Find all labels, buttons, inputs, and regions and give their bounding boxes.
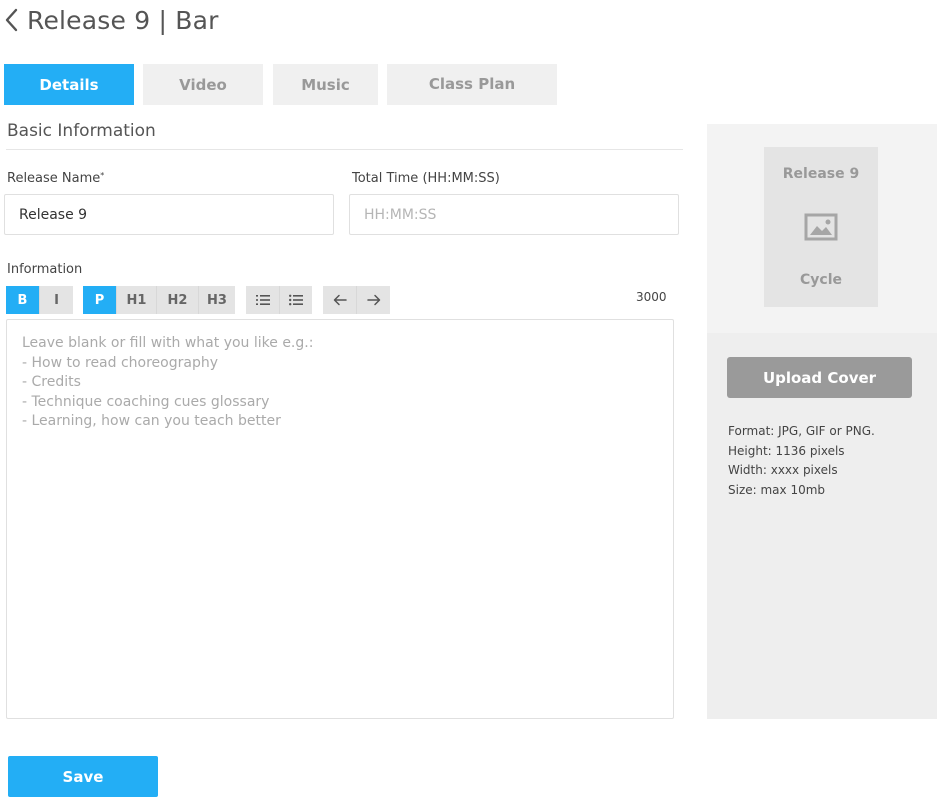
history-group bbox=[323, 286, 390, 314]
information-label: Information bbox=[7, 262, 83, 277]
section-title: Basic Information bbox=[7, 121, 156, 141]
information-editor[interactable] bbox=[6, 319, 674, 719]
bold-button[interactable]: B bbox=[6, 286, 39, 314]
bullet-list-icon[interactable] bbox=[279, 286, 312, 314]
tab-class-plan[interactable]: Class Plan bbox=[387, 64, 557, 105]
cover-requirements: Format: JPG, GIF or PNG. Height: 1136 pi… bbox=[728, 422, 875, 500]
save-button[interactable]: Save bbox=[8, 756, 158, 797]
cover-panel: Release 9 Cycle Upload Cover Format: JPG… bbox=[707, 124, 937, 719]
section-divider bbox=[6, 149, 683, 150]
character-count: 3000 bbox=[636, 290, 667, 304]
release-name-label: Release Name* bbox=[7, 171, 104, 186]
cover-format: Format: JPG, GIF or PNG. bbox=[728, 424, 875, 438]
h2-button[interactable]: H2 bbox=[156, 286, 198, 314]
cover-preview-subtitle: Cycle bbox=[800, 272, 842, 288]
cover-preview: Release 9 Cycle bbox=[764, 147, 878, 307]
tab-video[interactable]: Video bbox=[143, 64, 263, 105]
tab-music[interactable]: Music bbox=[273, 64, 378, 105]
total-time-input[interactable] bbox=[349, 194, 679, 235]
required-mark: * bbox=[100, 171, 105, 180]
release-name-label-text: Release Name bbox=[7, 171, 101, 186]
total-time-label: Total Time (HH:MM:SS) bbox=[352, 171, 500, 186]
italic-button[interactable]: I bbox=[39, 286, 73, 314]
arrow-left-icon[interactable] bbox=[323, 286, 356, 314]
chevron-left-icon[interactable] bbox=[5, 6, 23, 34]
paragraph-button[interactable]: P bbox=[83, 286, 116, 314]
cover-width: Width: xxxx pixels bbox=[728, 463, 838, 478]
list-group bbox=[246, 286, 312, 314]
ordered-list-icon[interactable] bbox=[246, 286, 279, 314]
block-style-group: P H1 H2 H3 bbox=[83, 286, 235, 314]
text-style-group: B I bbox=[6, 286, 73, 314]
page-title: Release 9 | Bar bbox=[27, 5, 219, 35]
image-icon bbox=[804, 213, 838, 245]
upload-cover-button[interactable]: Upload Cover bbox=[727, 357, 912, 398]
tab-details[interactable]: Details bbox=[4, 64, 134, 105]
cover-height: Height: 1136 pixels bbox=[728, 443, 845, 458]
cover-size: Size: max 10mb bbox=[728, 482, 826, 497]
h3-button[interactable]: H3 bbox=[198, 286, 235, 314]
arrow-right-icon[interactable] bbox=[356, 286, 390, 314]
page-header: Release 9 | Bar bbox=[5, 4, 219, 36]
cover-preview-area: Release 9 Cycle bbox=[707, 124, 937, 333]
release-name-input[interactable] bbox=[4, 194, 334, 235]
cover-preview-title: Release 9 bbox=[782, 166, 860, 182]
h1-button[interactable]: H1 bbox=[116, 286, 156, 314]
